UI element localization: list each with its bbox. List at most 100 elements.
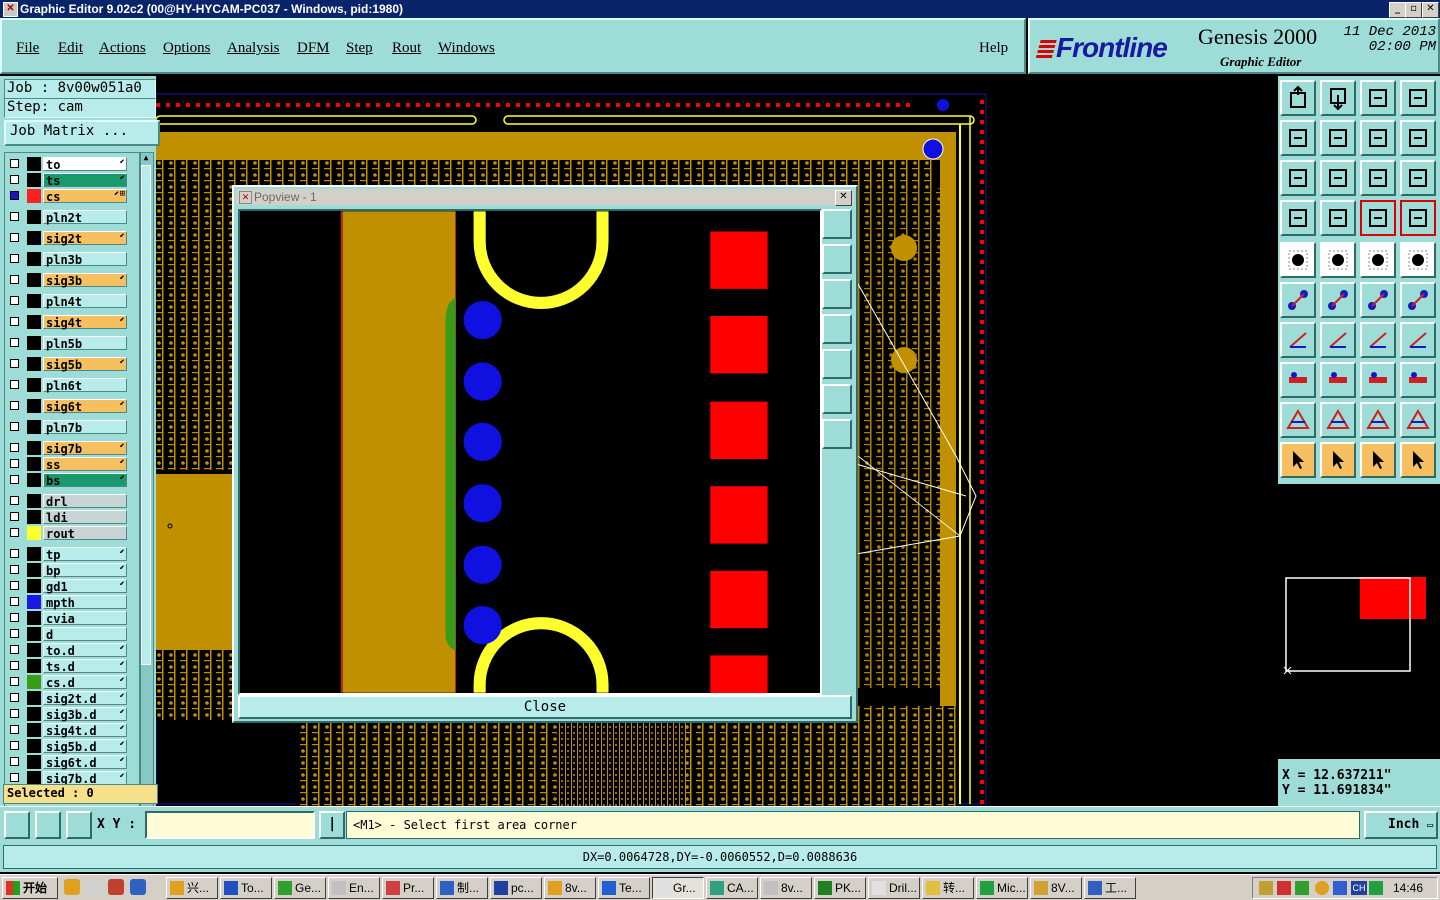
menu-dfm[interactable]: DFM [297,40,330,57]
layer-row[interactable]: tp ⬋ [7,547,127,562]
popview-pan-up-button[interactable] [822,244,852,274]
layer-row[interactable]: sig3b ⬋ [7,273,127,288]
layer-checkbox[interactable] [10,693,19,702]
taskbar-task[interactable]: 转... [922,877,974,899]
layer-row[interactable]: d [7,627,127,642]
menu-edit[interactable]: Edit [58,40,83,57]
popview-zoom-fit-button[interactable] [822,209,852,239]
layer-name[interactable]: sig7b [43,441,127,456]
layer-row[interactable]: pln6t [7,378,127,393]
layer-name[interactable]: to.d [43,643,127,658]
circles-button[interactable] [1400,362,1436,398]
layer-name[interactable]: sig7b.d [43,771,127,786]
layer-checkbox[interactable] [10,338,19,347]
layer-checkbox[interactable] [10,581,19,590]
layer-row[interactable]: sig3b.d ⬋ [7,707,127,722]
layer-row[interactable]: mpth [7,595,127,610]
layer-checkbox[interactable] [10,496,19,505]
layer-color-swatch[interactable] [27,441,41,455]
layer-checkbox[interactable] [10,443,19,452]
layer-checkbox[interactable] [10,549,19,558]
layer-name[interactable]: d [43,627,127,642]
tray-icon-5[interactable] [1333,881,1347,895]
home-button[interactable] [1280,80,1316,116]
text-button[interactable] [1400,322,1436,358]
swap-button[interactable] [1360,120,1396,156]
taskbar-task[interactable]: Gr... [652,877,704,899]
layer-checkbox[interactable] [10,191,19,200]
layers-red-button[interactable] [1360,200,1396,236]
start-button[interactable]: 开始 [2,877,58,899]
layer-row[interactable]: ts ⬋ [7,173,127,188]
line-add-button[interactable] [1360,282,1396,318]
layer-row[interactable]: bs ⬋ [7,473,127,488]
layer-name[interactable]: sig6t.d [43,755,127,770]
layer-name[interactable]: sig4t.d [43,723,127,738]
window-title-bar[interactable]: ✕ Graphic Editor 9.02c2 (00@HY-HYCAM-PC0… [0,0,1440,18]
menu-actions[interactable]: Actions [99,40,146,57]
layer-name[interactable]: bp [43,563,127,578]
layer-checkbox[interactable] [10,773,19,782]
layer-row[interactable]: gd1 ⬋ [7,579,127,594]
select-box-button[interactable] [1320,442,1356,478]
layer-name[interactable]: sig5b [43,357,127,372]
layer-checkbox[interactable] [10,725,19,734]
cross-button[interactable] [1320,282,1356,318]
layer-row[interactable]: cvia [7,611,127,626]
layer-color-swatch[interactable] [27,357,41,371]
layer-checkbox[interactable] [10,565,19,574]
layer-row[interactable]: bp ⬋ [7,563,127,578]
triangle-button[interactable] [1280,402,1316,438]
minimize-button[interactable]: _ [1389,2,1406,18]
layer-color-swatch[interactable] [27,659,41,673]
layer-row[interactable]: ts.d ⬋ [7,659,127,674]
layer-name[interactable]: rout [43,526,127,541]
select-net-button[interactable] [1360,442,1396,478]
tray-icon-3[interactable] [1295,881,1309,895]
units-selector[interactable]: Inch ▭ [1364,811,1438,839]
layer-color-swatch[interactable] [27,273,41,287]
layer-checkbox[interactable] [10,212,19,221]
layer-checkbox[interactable] [10,359,19,368]
rect-add-button[interactable] [1280,362,1316,398]
dimension-button[interactable] [1360,362,1396,398]
layer-row[interactable]: cs ⬋⊞ [7,189,127,204]
layer-name[interactable]: ss [43,457,127,472]
layer-name[interactable]: bs [43,473,127,488]
popview-close-x-button[interactable]: ✕ [835,190,852,206]
pan-right-button[interactable] [1320,120,1356,156]
layer-row[interactable]: sig6t.d ⬋ [7,755,127,770]
taskbar-task[interactable]: 8V... [1030,877,1082,899]
layer-name[interactable]: sig3b.d [43,707,127,722]
scale-1-2-button[interactable] [1360,160,1396,196]
layer-name[interactable]: pln2t [43,210,127,225]
popview-zoom-in-button[interactable] [822,384,852,414]
zoom-home-button[interactable] [1360,80,1396,116]
grid-mode-button[interactable] [66,811,92,839]
layer-name[interactable]: ts.d [43,659,127,674]
layer-row[interactable]: sig5b ⬋ [7,357,127,372]
layer-checkbox[interactable] [10,275,19,284]
triangle-a-button[interactable] [1320,402,1356,438]
layer-color-swatch[interactable] [27,611,41,625]
layer-name[interactable]: ldi [43,510,127,525]
taskbar-task[interactable]: Pr... [382,877,434,899]
route-button[interactable] [1400,442,1436,478]
layer-color-swatch[interactable] [27,547,41,561]
pad-add-button[interactable] [1280,242,1316,278]
layer-color-swatch[interactable] [27,595,41,609]
arc-button[interactable] [1320,242,1356,278]
layer-color-swatch[interactable] [27,457,41,471]
layer-name[interactable]: mpth [43,595,127,610]
layer-name[interactable]: pln3b [43,252,127,267]
layer-row[interactable]: drl [7,494,127,509]
grid-button[interactable] [1320,200,1356,236]
layer-name[interactable]: drl [43,494,127,509]
layer-checkbox[interactable] [10,597,19,606]
layer-name[interactable]: to [43,157,127,172]
feature-filter-button[interactable] [1280,200,1316,236]
popview-pan-left-button[interactable] [822,314,852,344]
snap-mode-button[interactable] [4,811,30,839]
layer-checkbox[interactable] [10,629,19,638]
layer-row[interactable]: pln3b [7,252,127,267]
